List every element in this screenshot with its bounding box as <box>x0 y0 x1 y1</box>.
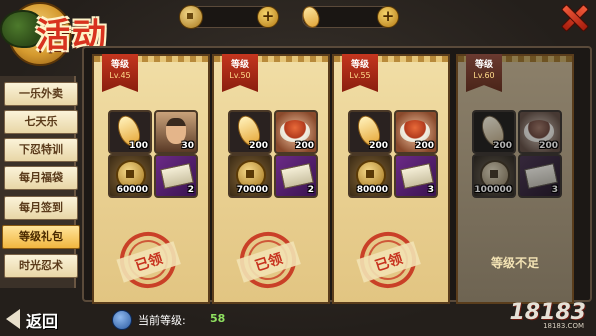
back-label: 返回 <box>26 312 59 331</box>
food-bowl-icon <box>400 120 430 142</box>
watermark-logo: 18183 18183.COM <box>509 300 586 330</box>
reward-slot[interactable]: 100 <box>108 110 152 154</box>
claimed-stamp: 已领 <box>232 224 304 296</box>
back-arrow-icon <box>6 309 20 329</box>
sidebar-item-level-gift[interactable]: 等级礼包 <box>2 225 80 249</box>
food-bowl-icon <box>524 120 554 142</box>
current-level-value: 58 <box>210 312 226 325</box>
reward-slot[interactable]: 200 <box>518 110 562 154</box>
level-insufficient-text: 等级不足 <box>490 256 539 270</box>
sidebar-item-monthly-signin[interactable]: 每月签到 <box>4 196 78 220</box>
footer-bar: 返回 当前等级: 58 18183 18183.COM <box>0 300 596 336</box>
coin-icon <box>179 5 203 29</box>
level-ribbon: 等级 Lv.60 <box>466 54 502 92</box>
sidebar-item-monthly-bag[interactable]: 每月福袋 <box>4 166 78 190</box>
reward-slot[interactable]: 80000 <box>348 154 392 198</box>
level-ribbon: 等级 Lv.50 <box>222 54 258 92</box>
reward-slot[interactable]: 200 <box>274 110 318 154</box>
bread-currency-bar: + <box>299 3 399 31</box>
reward-slot[interactable]: 100000 <box>472 154 516 198</box>
reward-slot[interactable]: 30 <box>154 110 198 154</box>
food-bowl-icon <box>280 120 310 142</box>
reward-slot[interactable]: 200 <box>228 110 272 154</box>
level-badge-icon <box>112 310 132 330</box>
add-coin-button[interactable]: + <box>257 6 279 28</box>
reward-slot[interactable]: 2 <box>154 154 198 198</box>
level-gift-card: 等级 Lv.60 200 200 100000 3 等级不足 <box>456 54 574 304</box>
level-gift-card: 等级 Lv.50 200 200 70000 2 已领 <box>212 54 330 304</box>
sidebar-item-time-jutsu[interactable]: 时光忍术 <box>4 254 78 278</box>
reward-slot[interactable]: 2 <box>274 154 318 198</box>
sidebar-item-seven-days[interactable]: 七天乐 <box>4 110 78 134</box>
level-ribbon: 等级 Lv.55 <box>342 54 378 92</box>
reward-slot[interactable]: 200 <box>348 110 392 154</box>
reward-slot[interactable]: 3 <box>518 154 562 198</box>
level-gift-card: 等级 Lv.45 100 30 60000 2 已领 <box>92 54 210 304</box>
claimed-stamp: 已领 <box>352 224 424 296</box>
close-icon[interactable] <box>560 4 586 30</box>
reward-slot[interactable]: 70000 <box>228 154 272 198</box>
reward-slot[interactable]: 200 <box>394 110 438 154</box>
current-level-label: 当前等级: <box>138 314 186 327</box>
bread-icon <box>299 3 323 31</box>
level-ribbon: 等级 Lv.45 <box>102 54 138 92</box>
back-button[interactable]: 返回 <box>6 306 84 332</box>
current-level-info: 当前等级: 58 <box>112 310 242 330</box>
reward-slot[interactable]: 200 <box>472 110 516 154</box>
reward-slot[interactable]: 3 <box>394 154 438 198</box>
add-bread-button[interactable]: + <box>377 6 399 28</box>
level-gift-card: 等级 Lv.55 200 200 80000 3 已领 <box>332 54 450 304</box>
coin-currency-bar: + <box>179 5 279 29</box>
sidebar-item-genin-training[interactable]: 下忍特训 <box>4 138 78 162</box>
reward-slot[interactable]: 60000 <box>108 154 152 198</box>
claimed-stamp: 已领 <box>112 224 184 296</box>
sidebar-item-yile-takeout[interactable]: 一乐外卖 <box>4 82 78 106</box>
